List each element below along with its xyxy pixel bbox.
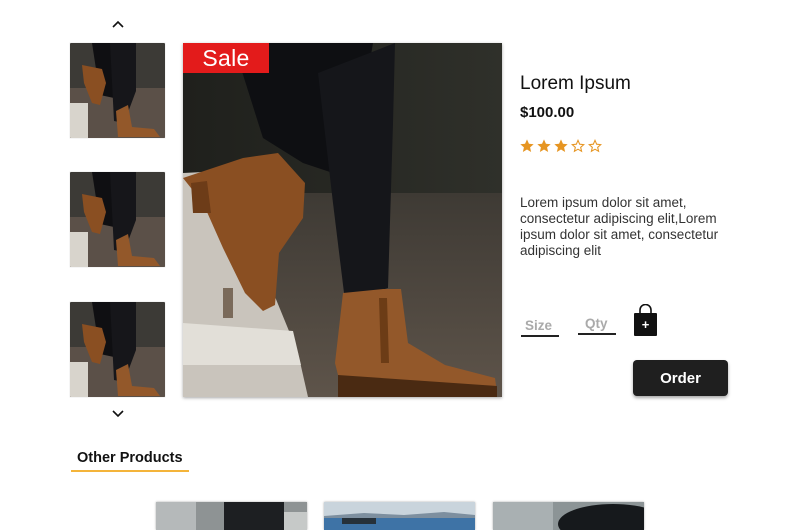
thumbnail-1[interactable] [70, 43, 165, 138]
size-select[interactable]: Size [521, 315, 559, 337]
star-filled-icon [520, 139, 534, 152]
bag-plus-symbol: + [642, 317, 650, 332]
star-outline-icon [571, 138, 585, 153]
thumbnail-2[interactable] [70, 172, 165, 267]
star-filled-icon [537, 139, 551, 152]
chevron-down-icon[interactable] [111, 407, 125, 421]
add-to-bag-button[interactable]: + [633, 303, 658, 337]
other-products-heading: Other Products [71, 450, 189, 472]
quantity-select[interactable]: Qty [578, 313, 616, 335]
shopping-bag-plus-icon: + [634, 303, 657, 336]
chevron-up-icon[interactable] [111, 17, 125, 31]
other-product-card-2[interactable] [324, 502, 475, 530]
other-product-card-1[interactable] [156, 502, 307, 530]
thumbnail-3[interactable] [70, 302, 165, 397]
main-product-image [183, 43, 502, 397]
product-price: $100.00 [520, 104, 575, 121]
rating-stars [519, 138, 603, 154]
star-outline-icon [588, 138, 602, 153]
product-description: Lorem ipsum dolor sit amet, consectetur … [520, 195, 719, 258]
other-product-card-3[interactable] [493, 502, 644, 530]
star-filled-icon [554, 139, 568, 152]
product-title: Lorem Ipsum [520, 73, 631, 94]
size-select-label: Size [525, 318, 553, 333]
sale-badge: Sale [183, 43, 269, 73]
quantity-select-label: Qty [585, 316, 608, 331]
order-button[interactable]: Order [633, 360, 728, 396]
